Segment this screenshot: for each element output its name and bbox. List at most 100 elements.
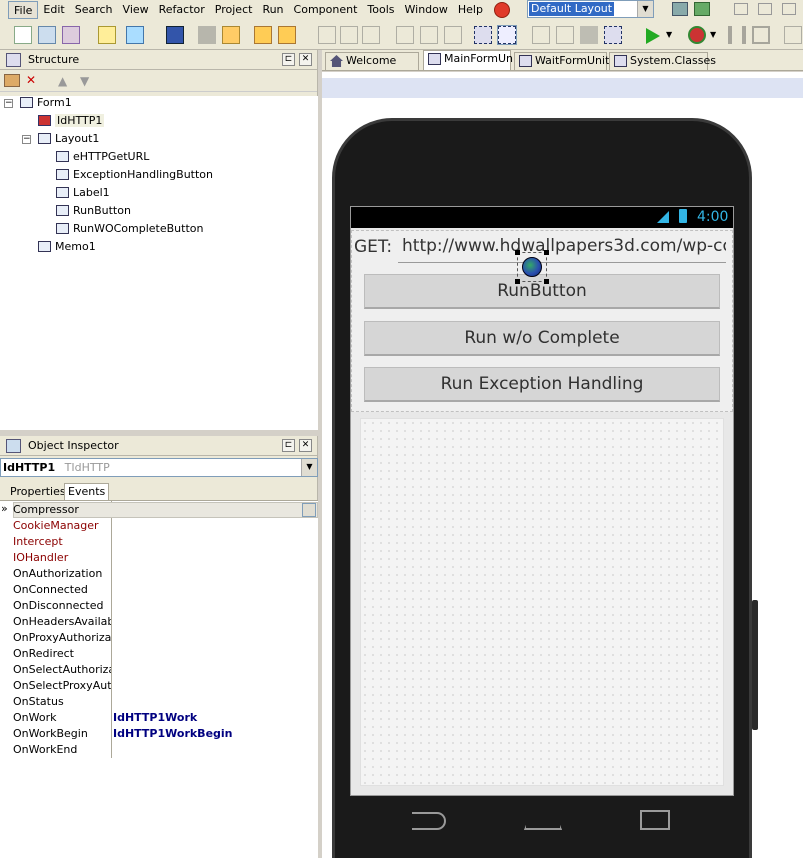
align-icon-a[interactable] <box>734 3 748 15</box>
new-items-icon[interactable] <box>38 26 56 44</box>
menu-tools[interactable]: Tools <box>362 1 399 19</box>
menu-search[interactable]: Search <box>70 1 118 19</box>
menu-refactor[interactable]: Refactor <box>154 1 210 19</box>
inspector-row-name[interactable]: OnSelectAuthorization <box>13 662 111 678</box>
idhttp-component[interactable] <box>515 250 549 284</box>
tab-waitformunit[interactable]: WaitFormUnit <box>514 52 609 70</box>
close-icon[interactable]: ✕ <box>299 439 312 452</box>
space-equally-icon[interactable] <box>532 26 550 44</box>
inspector-row-name[interactable]: OnDisconnected <box>13 598 111 614</box>
inspector-row-name[interactable]: OnConnected <box>13 582 111 598</box>
help-record-icon[interactable] <box>494 2 510 18</box>
inspector-row-name[interactable]: OnWork <box>13 710 111 726</box>
inspector-row-value[interactable]: IdHTTP1Work <box>113 710 197 726</box>
recent-apps-icon[interactable] <box>640 810 670 830</box>
tab-properties[interactable]: Properties <box>6 484 70 500</box>
pin-icon[interactable]: ⊏ <box>282 53 295 66</box>
tab-events[interactable]: Events <box>64 483 110 500</box>
align-right-icon[interactable] <box>362 26 380 44</box>
run-dropdown-icon[interactable]: ▼ <box>666 26 684 44</box>
url-edit[interactable]: http://www.hdwallpapers3d.com/wp-co <box>398 232 726 263</box>
tree-node-label1[interactable]: Label1 <box>56 185 110 201</box>
align-icon-b[interactable] <box>758 3 772 15</box>
tree-node-runbutton[interactable]: RunButton <box>56 203 131 219</box>
send-to-back-icon[interactable] <box>580 26 598 44</box>
open-folder-icon[interactable] <box>254 26 272 44</box>
inspector-row-name[interactable]: OnWorkBegin <box>13 726 111 742</box>
menu-project[interactable]: Project <box>210 1 258 19</box>
remove-file-icon[interactable] <box>278 26 296 44</box>
layout-select[interactable]: Default Layout ▼ <box>527 0 654 18</box>
inspector-row-name[interactable]: Intercept <box>13 534 111 550</box>
tree-node-idhttp1[interactable]: IdHTTP1 <box>38 113 105 129</box>
add-file-icon[interactable] <box>222 26 240 44</box>
run-wo-complete-button[interactable]: Run w/o Complete <box>364 321 720 356</box>
stop-icon[interactable] <box>752 26 770 44</box>
chevron-down-icon[interactable]: ▼ <box>637 1 653 17</box>
align-top-icon[interactable] <box>396 26 414 44</box>
new-icon[interactable] <box>14 26 32 44</box>
tree-node-form1[interactable]: Form1 <box>20 95 72 111</box>
set-debug-desktop-icon[interactable] <box>694 2 710 16</box>
inspector-row-name[interactable]: OnProxyAuthorization <box>13 630 111 646</box>
inspector-row-name[interactable]: OnSelectProxyAuthorization <box>13 678 111 694</box>
run-exception-handling-button[interactable]: Run Exception Handling <box>364 367 720 402</box>
menu-view[interactable]: View <box>118 1 154 19</box>
center-horizontally-icon[interactable] <box>474 26 492 44</box>
align-middle-icon[interactable] <box>420 26 438 44</box>
selection-handle-tr[interactable] <box>544 250 549 255</box>
expand-layout1-icon[interactable]: − <box>22 135 31 144</box>
inspector-row-name[interactable]: OnStatus <box>13 694 111 710</box>
menu-window[interactable]: Window <box>400 1 453 19</box>
new-folder-icon[interactable] <box>4 74 20 87</box>
align-center-icon[interactable] <box>340 26 358 44</box>
chevron-down-icon[interactable]: ▼ <box>301 459 317 476</box>
move-up-icon[interactable]: ▲ <box>58 74 67 88</box>
open-project-icon[interactable] <box>62 26 80 44</box>
align-icon-c[interactable] <box>782 3 796 15</box>
selection-handle-tl[interactable] <box>515 250 520 255</box>
selection-handle-br[interactable] <box>544 279 549 284</box>
close-icon[interactable]: ✕ <box>299 53 312 66</box>
pause-icon[interactable] <box>728 26 746 44</box>
center-vertically-icon[interactable] <box>497 25 517 45</box>
tree-node-exceptionhandlingbutton[interactable]: ExceptionHandlingButton <box>56 167 213 183</box>
selection-handle-bl[interactable] <box>515 279 520 284</box>
inspector-row-name[interactable]: IOHandler <box>13 550 111 566</box>
debug-dropdown-icon[interactable]: ▼ <box>710 26 728 44</box>
menu-file[interactable]: File <box>8 1 39 19</box>
tab-welcome-page[interactable]: Welcome Page <box>325 52 419 83</box>
tree-node-layout1[interactable]: Layout1 <box>38 131 99 147</box>
run-without-debugging-icon[interactable] <box>688 26 706 44</box>
menu-component[interactable]: Component <box>289 1 363 19</box>
save-icon[interactable] <box>166 26 184 44</box>
delete-icon[interactable]: ✕ <box>26 74 42 87</box>
pin-icon[interactable]: ⊏ <box>282 439 295 452</box>
inspector-row-value[interactable]: IdHTTP1WorkBegin <box>113 726 233 742</box>
inspector-row-name[interactable]: OnWorkEnd <box>13 742 111 758</box>
save-desktop-icon[interactable] <box>672 2 688 16</box>
inspector-row-name[interactable]: OnRedirect <box>13 646 111 662</box>
object-selector[interactable]: IdHTTP1 TIdHTTP ▼ <box>0 458 318 477</box>
tree-node-memo1[interactable]: Memo1 <box>38 239 96 255</box>
menu-edit[interactable]: Edit <box>38 1 69 19</box>
back-icon[interactable] <box>412 812 446 830</box>
run-icon[interactable] <box>646 28 660 44</box>
move-down-icon[interactable]: ▼ <box>80 74 89 88</box>
inspector-row-name[interactable]: OnHeadersAvailable <box>13 614 111 630</box>
save-all-icon[interactable] <box>198 26 216 44</box>
inspector-row-name[interactable]: CookieManager <box>13 518 111 534</box>
component-icon[interactable] <box>604 26 622 44</box>
menu-run[interactable]: Run <box>257 1 288 19</box>
reopen-icon[interactable] <box>126 26 144 44</box>
tab-system-classes[interactable]: System.Classes <box>609 52 716 70</box>
menu-help[interactable]: Help <box>453 1 488 19</box>
bring-to-front-icon[interactable] <box>556 26 574 44</box>
memo-area[interactable] <box>360 418 724 786</box>
expand-form1-icon[interactable]: − <box>4 99 13 108</box>
align-left-icon[interactable] <box>318 26 336 44</box>
tree-node-runwocompletebutton[interactable]: RunWOCompleteButton <box>56 221 204 237</box>
tab-mainformunit[interactable]: MainFormUnit <box>423 50 520 70</box>
open-icon[interactable] <box>98 26 116 44</box>
inspector-row-name[interactable]: OnAuthorization <box>13 566 111 582</box>
